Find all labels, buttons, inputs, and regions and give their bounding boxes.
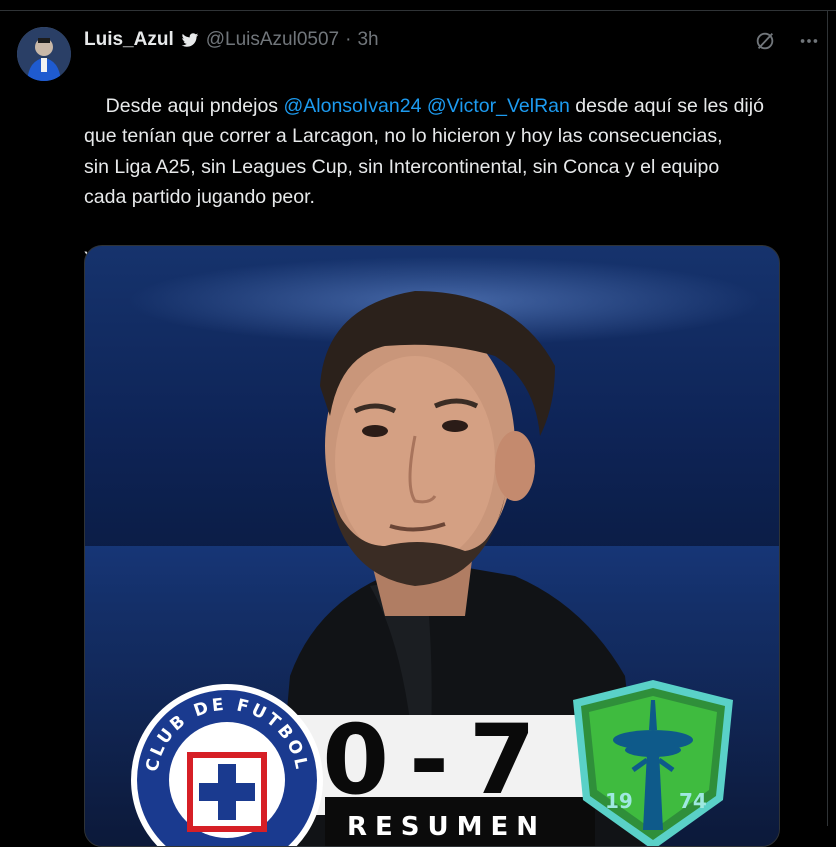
tweet-header: Luis_Azul @LuisAzul0507 · 3h — [84, 28, 379, 52]
avatar-image — [17, 27, 71, 81]
more-button[interactable] — [798, 30, 820, 52]
right-divider — [827, 10, 828, 826]
resumen-label: RESUMEN — [347, 812, 547, 842]
slash-circle-icon — [756, 32, 774, 50]
cruz-azul-crest: CLUB DE FUTBOL — [131, 684, 323, 846]
crest-year-left: 19 — [605, 789, 633, 813]
avatar[interactable] — [17, 27, 71, 81]
timestamp[interactable]: 3h — [357, 29, 378, 51]
display-name[interactable]: Luis_Azul — [84, 29, 174, 51]
more-dots-icon — [800, 39, 818, 43]
tweet-media[interactable]: 0 - 7 RESUMEN CLUB DE FUTBOL 19 74 — [84, 245, 780, 847]
text-part-4: desde aquí se les dijó que tenían que co… — [84, 94, 764, 270]
tweet-actions-top — [754, 30, 820, 52]
text-part-0: Desde aqui pndejos — [105, 94, 284, 117]
grok-button[interactable] — [754, 30, 776, 52]
bird-icon — [181, 33, 198, 47]
top-divider — [0, 0, 836, 11]
mention-alonsoivan24[interactable]: @AlonsoIvan24 — [283, 95, 421, 117]
tweet-frame: Luis_Azul @LuisAzul0507 · 3h Desde aqui … — [0, 0, 836, 847]
seattle-sounders-crest: 19 74 — [573, 680, 733, 846]
crest-year-right: 74 — [679, 789, 707, 813]
mention-victor-velran[interactable]: @Victor_VelRan — [427, 95, 570, 117]
separator-dot: · — [345, 29, 352, 50]
handle[interactable]: @LuisAzul0507 — [206, 29, 339, 51]
